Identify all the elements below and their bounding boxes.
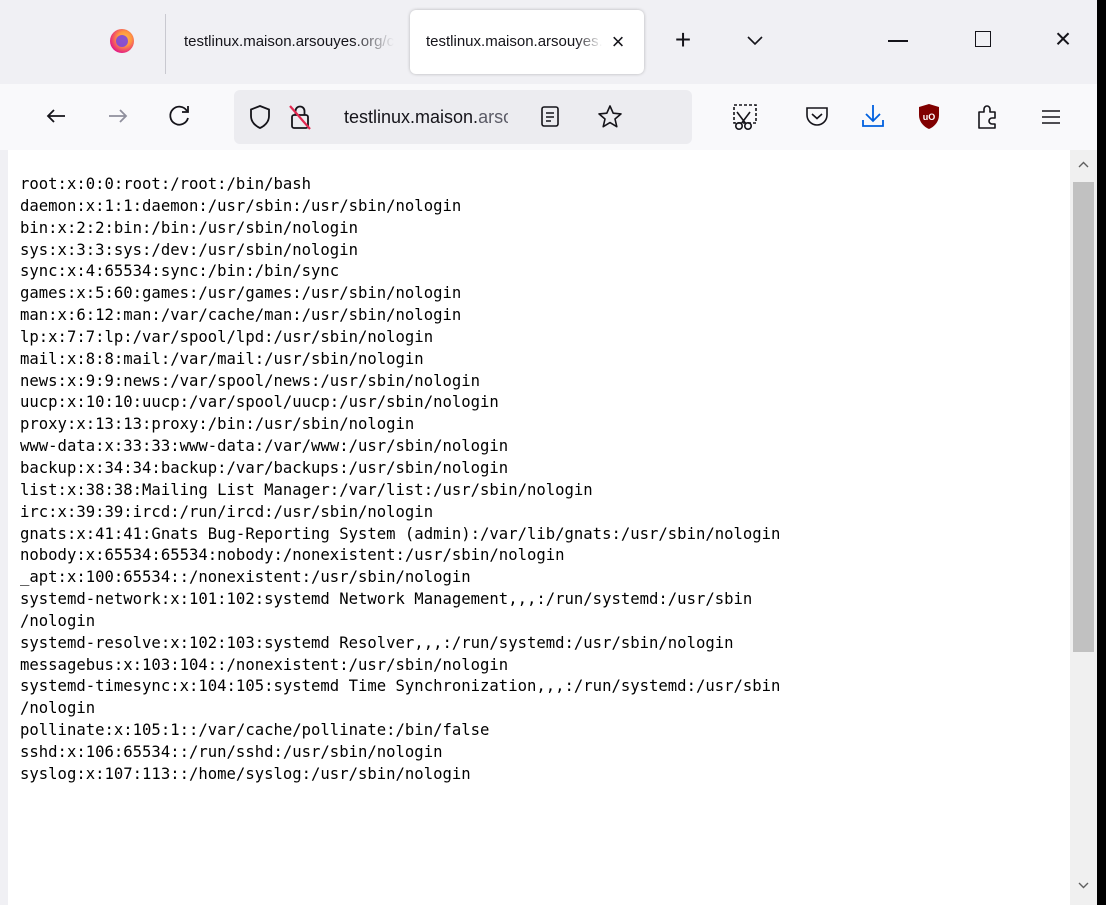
- text-line: backup:x:34:34:backup:/var/backups:/usr/…: [20, 458, 509, 477]
- page-content: root:x:0:0:root:/root:/bin/bash daemon:x:…: [8, 150, 1070, 905]
- text-line: mail:x:8:8:mail:/var/mail:/usr/sbin/nolo…: [20, 349, 424, 368]
- shield-icon[interactable]: [248, 104, 272, 130]
- screenshot-icon[interactable]: [728, 100, 762, 134]
- url-text[interactable]: testlinux.maison.arsouyes.org/cgi-bin/pa…: [344, 90, 508, 144]
- menu-icon[interactable]: [1034, 100, 1068, 134]
- text-line: uucp:x:10:10:uucp:/var/spool/uucp:/usr/s…: [20, 393, 499, 412]
- text-line: systemd-timesync:x:104:105:systemd Time …: [20, 677, 781, 718]
- chevron-down-icon[interactable]: [740, 28, 770, 54]
- pocket-icon[interactable]: [800, 100, 834, 134]
- text-line: nobody:x:65534:65534:nobody:/nonexistent…: [20, 546, 565, 565]
- plain-text-document: root:x:0:0:root:/root:/bin/bash daemon:x:…: [20, 174, 1062, 786]
- text-line: messagebus:x:103:104::/nonexistent:/usr/…: [20, 655, 509, 674]
- text-line: news:x:9:9:news:/var/spool/news:/usr/sbi…: [20, 371, 481, 390]
- reader-view-icon[interactable]: [540, 105, 562, 129]
- reload-button[interactable]: [162, 98, 198, 134]
- back-button[interactable]: [38, 98, 74, 134]
- navigation-toolbar: testlinux.maison.arsouyes.org/cgi-bin/pa…: [0, 84, 1097, 150]
- tab-label: testlinux.maison.arsouyes.org/cgi-bin/pa…: [426, 33, 602, 50]
- tab-inactive[interactable]: testlinux.maison.arsouyes.org/cgi-bin/pa…: [180, 10, 398, 74]
- url-domain: testlinux.maison.: [344, 107, 479, 127]
- vertical-scrollbar[interactable]: [1070, 150, 1097, 905]
- text-line: sync:x:4:65534:sync:/bin:/bin/sync: [20, 262, 340, 281]
- extensions-icon[interactable]: [970, 100, 1004, 134]
- url-path: arsouyes.org/cgi-bin/page: [478, 107, 508, 127]
- tab-strip: testlinux.maison.arsouyes.org/cgi-bin/pa…: [0, 0, 1097, 84]
- scroll-up-icon[interactable]: [1070, 154, 1097, 176]
- svg-text:uO: uO: [923, 112, 936, 122]
- text-line: games:x:5:60:games:/usr/games:/usr/sbin/…: [20, 284, 462, 303]
- firefox-logo[interactable]: [110, 29, 134, 53]
- minimize-icon[interactable]: [888, 40, 908, 42]
- text-line: syslog:x:107:113::/home/syslog:/usr/sbin…: [20, 764, 471, 783]
- arrow-left-icon: [46, 109, 65, 123]
- text-line: systemd-network:x:101:102:systemd Networ…: [20, 590, 753, 630]
- text-line: sshd:x:106:65534::/run/sshd:/usr/sbin/no…: [20, 742, 443, 761]
- text-line: man:x:6:12:man:/var/cache/man:/usr/sbin/…: [20, 306, 462, 325]
- star-icon[interactable]: [596, 103, 624, 131]
- text-line: sys:x:3:3:sys:/dev:/usr/sbin/nologin: [20, 240, 358, 259]
- tab-close-icon[interactable]: ×: [606, 30, 630, 54]
- forward-button[interactable]: [100, 98, 136, 134]
- tab-divider: [165, 14, 166, 74]
- scrollbar-thumb[interactable]: [1073, 182, 1094, 652]
- maximize-icon[interactable]: [975, 31, 991, 47]
- reload-icon: [169, 105, 189, 126]
- url-bar[interactable]: testlinux.maison.arsouyes.org/cgi-bin/pa…: [234, 90, 692, 144]
- arrow-right-icon: [109, 109, 128, 123]
- browser-window: testlinux.maison.arsouyes.org/cgi-bin/pa…: [0, 0, 1097, 905]
- text-line: root:x:0:0:root:/root:/bin/bash: [20, 175, 312, 193]
- text-line: daemon:x:1:1:daemon:/usr/sbin:/usr/sbin/…: [20, 196, 462, 215]
- scroll-down-icon[interactable]: [1070, 874, 1097, 896]
- text-line: gnats:x:41:41:Gnats Bug-Reporting System…: [20, 524, 781, 543]
- text-line: systemd-resolve:x:102:103:systemd Resolv…: [20, 633, 734, 652]
- download-icon[interactable]: [856, 100, 890, 134]
- ublock-origin-icon[interactable]: uO: [912, 100, 946, 134]
- text-line: irc:x:39:39:ircd:/run/ircd:/usr/sbin/nol…: [20, 502, 434, 521]
- text-line: bin:x:2:2:bin:/bin:/usr/sbin/nologin: [20, 218, 358, 237]
- tab-active[interactable]: testlinux.maison.arsouyes.org/cgi-bin/pa…: [410, 10, 644, 74]
- new-tab-icon[interactable]: +: [668, 26, 698, 56]
- window-close-icon[interactable]: ×: [1048, 24, 1078, 54]
- text-line: lp:x:7:7:lp:/var/spool/lpd:/usr/sbin/nol…: [20, 327, 434, 346]
- tab-label: testlinux.maison.arsouyes.org/cgi-bin/pa…: [184, 33, 394, 50]
- text-line: list:x:38:38:Mailing List Manager:/var/l…: [20, 480, 593, 499]
- text-line: _apt:x:100:65534::/nonexistent:/usr/sbin…: [20, 568, 471, 587]
- text-line: proxy:x:13:13:proxy:/bin:/usr/sbin/nolog…: [20, 415, 415, 434]
- insecure-lock-icon[interactable]: [288, 103, 312, 131]
- text-line: www-data:x:33:33:www-data:/var/www:/usr/…: [20, 437, 509, 456]
- text-line: pollinate:x:105:1::/var/cache/pollinate:…: [20, 721, 490, 740]
